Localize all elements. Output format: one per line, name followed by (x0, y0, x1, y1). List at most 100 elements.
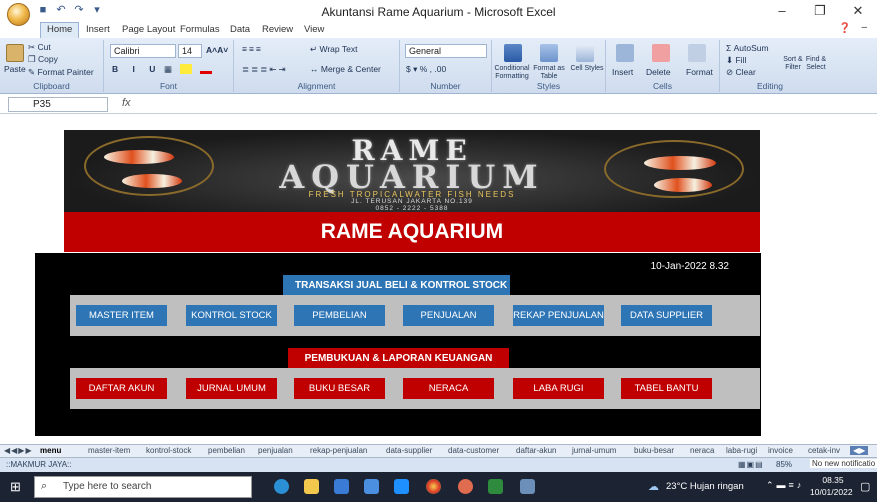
font-size-select[interactable]: 14 (178, 44, 202, 58)
app-icon[interactable] (394, 479, 409, 494)
data-supplier-button[interactable]: DATA SUPPLIER (621, 305, 712, 326)
restore-icon[interactable]: ❐ (801, 0, 839, 22)
styles-group: Conditional Formatting Format as Table C… (492, 40, 606, 92)
fill-color-icon[interactable] (180, 64, 192, 74)
delete-cells-icon[interactable] (652, 44, 670, 62)
bold-italic-underline-buttons[interactable]: B I U (112, 64, 161, 74)
format-cells-button[interactable]: Format (686, 67, 713, 77)
tab-view[interactable]: View (298, 23, 330, 36)
sheet-tab-laba-rugi[interactable]: laba-rugi (726, 446, 757, 455)
master-item-button[interactable]: MASTER ITEM (76, 305, 167, 326)
clear-button[interactable]: ⊘ Clear (726, 67, 756, 78)
system-tray-icons[interactable]: ⌃▬≡♪ (766, 480, 804, 491)
sheet-tab-invoice[interactable]: invoice (768, 446, 793, 455)
chrome-icon[interactable] (426, 479, 441, 494)
edge-icon[interactable] (274, 479, 289, 494)
laba-rugi-button[interactable]: LABA RUGI (513, 378, 604, 399)
fx-icon[interactable]: fx (122, 97, 131, 109)
name-box[interactable]: P35 (8, 97, 108, 112)
help-icon[interactable]: ❓ (839, 23, 851, 34)
sort-filter-button[interactable]: Sort & Filter (780, 56, 806, 72)
zoom-level[interactable]: 85% (776, 460, 792, 469)
sheet-tab-data-supplier[interactable]: data-supplier (386, 446, 432, 455)
sheet-tab-neraca[interactable]: neraca (690, 446, 714, 455)
penjualan-button[interactable]: PENJUALAN (403, 305, 494, 326)
view-buttons-icon[interactable]: ▦▣▤ (738, 460, 764, 469)
sheet-tab-menu[interactable]: menu (40, 446, 61, 455)
paste-icon[interactable] (6, 44, 24, 62)
weather-text[interactable]: 23°C Hujan ringan (666, 481, 744, 492)
tab-page-layout[interactable]: Page Layout (116, 23, 181, 36)
daftar-akun-button[interactable]: DAFTAR AKUN (76, 378, 167, 399)
conditional-formatting-button[interactable]: Conditional Formatting (494, 65, 530, 81)
jurnal-umum-button[interactable]: JURNAL UMUM (186, 378, 277, 399)
sheet-tab-buku-besar[interactable]: buku-besar (634, 446, 674, 455)
font-name-select[interactable]: Calibri (110, 44, 176, 58)
tab-review[interactable]: Review (256, 23, 299, 36)
sheet-tab-rekap-penjualan[interactable]: rekap-penjualan (310, 446, 367, 455)
scroll-right-icon[interactable]: ◀▶ (850, 446, 869, 455)
tab-home[interactable]: Home (40, 22, 80, 39)
delete-cells-button[interactable]: Delete (646, 67, 671, 77)
autosum-button[interactable]: Σ AutoSum (726, 43, 769, 53)
ribbon-tabs: Home Insert Page Layout Formulas Data Re… (0, 22, 877, 39)
sheet-tab-data-customer[interactable]: data-customer (448, 446, 499, 455)
wrap-text-button[interactable]: ↵ Wrap Text (310, 44, 357, 55)
worksheet[interactable]: RAME AQUARIUM FRESH TROPICALWATER FISH N… (0, 115, 877, 444)
insert-cells-icon[interactable] (616, 44, 634, 62)
conditional-formatting-icon[interactable] (504, 44, 522, 62)
format-as-table-button[interactable]: Format as Table (530, 65, 568, 81)
sheet-tab-cetak-inv[interactable]: cetak-inv (808, 446, 840, 455)
tab-formulas[interactable]: Formulas (174, 23, 226, 36)
buku-besar-button[interactable]: BUKU BESAR (294, 378, 385, 399)
format-painter-button[interactable]: ✎ Format Painter (28, 67, 94, 78)
vertical-align-icons[interactable]: ≡≡≡ (242, 44, 263, 54)
font-color-icon[interactable] (200, 64, 212, 74)
excel-taskbar-icon[interactable] (488, 479, 503, 494)
format-table-icon[interactable] (540, 44, 558, 62)
file-explorer-icon[interactable] (304, 479, 319, 494)
sheet-tab-jurnal-umum[interactable]: jurnal-umum (572, 446, 616, 455)
mail-icon[interactable] (364, 479, 379, 494)
number-format-icons[interactable]: $ ▾ % , .00 (406, 64, 446, 75)
tabel-bantu-button[interactable]: TABEL BANTU (621, 378, 712, 399)
close-icon[interactable]: ✕ (839, 0, 877, 22)
app-icon[interactable] (520, 479, 535, 494)
merge-center-button[interactable]: ↔ Merge & Center (310, 64, 381, 74)
paste-button[interactable]: Paste (4, 64, 26, 74)
insert-cells-button[interactable]: Insert (612, 67, 633, 77)
notification-icon[interactable]: ▢ (860, 480, 870, 493)
rekap-penjualan-button[interactable]: REKAP PENJUALAN (513, 305, 604, 326)
sheet-tab-penjualan[interactable]: penjualan (258, 446, 293, 455)
sheet-nav-arrows[interactable]: ◀◀▶▶ (4, 446, 33, 455)
clock-date[interactable]: 10/01/2022 (810, 487, 853, 497)
kontrol-stock-button[interactable]: KONTROL STOCK (186, 305, 277, 326)
horizontal-align-icons[interactable]: ≣≣≣⇤⇥ (242, 64, 288, 75)
neraca-button[interactable]: NERACA (403, 378, 494, 399)
sheet-tab-kontrol-stock[interactable]: kontrol-stock (146, 446, 191, 455)
pembelian-button[interactable]: PEMBELIAN (294, 305, 385, 326)
cell-styles-button[interactable]: Cell Styles (570, 65, 604, 73)
office-button[interactable] (7, 3, 30, 26)
copy-button[interactable]: ❐ Copy (28, 54, 58, 65)
border-icon[interactable]: ▦ (164, 64, 172, 75)
number-format-select[interactable]: General (405, 44, 487, 58)
cell-styles-icon[interactable] (576, 44, 594, 62)
find-select-button[interactable]: Find & Select (804, 56, 828, 72)
sheet-tab-master-item[interactable]: master-item (88, 446, 130, 455)
fill-button[interactable]: ⬇ Fill (726, 55, 746, 66)
taskbar-search[interactable]: ⌕ Type here to search (34, 476, 252, 498)
windows-start-icon[interactable]: ⊞ (10, 479, 21, 495)
format-cells-icon[interactable] (688, 44, 706, 62)
tab-insert[interactable]: Insert (80, 23, 116, 36)
grow-font-icon[interactable]: A˄A˅ (206, 45, 228, 55)
ribbon-minimize-icon[interactable]: – (861, 22, 867, 33)
minimize-icon[interactable]: – (763, 0, 801, 22)
store-icon[interactable] (334, 479, 349, 494)
cut-button[interactable]: ✂ Cut (28, 42, 51, 53)
app-icon[interactable] (458, 479, 473, 494)
sheet-tab-daftar-akun[interactable]: daftar-akun (516, 446, 556, 455)
tab-data[interactable]: Data (224, 23, 256, 36)
clock-time[interactable]: 08.35 (818, 475, 848, 485)
sheet-tab-pembelian[interactable]: pembelian (208, 446, 245, 455)
